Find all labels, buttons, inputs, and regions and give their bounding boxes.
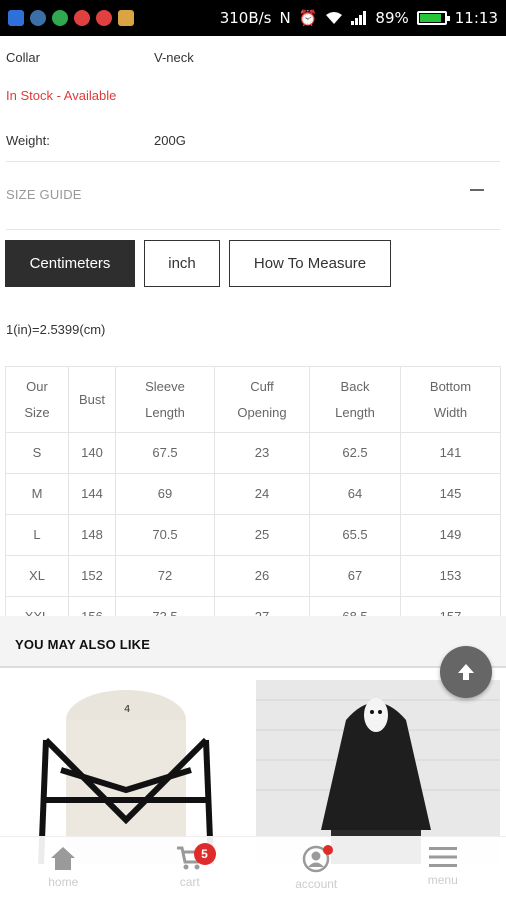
table-cell: 67 (309, 555, 401, 597)
alarm-icon: ⏰ (298, 9, 318, 27)
collar-value: V-neck (154, 50, 194, 65)
scroll-to-top-button[interactable] (440, 646, 492, 698)
tab-home-label: home (48, 875, 79, 889)
header-bust: Bust (68, 366, 116, 433)
table-cell: 141 (400, 432, 501, 474)
header-bottom-width: Bottom Width (400, 366, 501, 433)
table-row: XL 152 72 26 67 153 (5, 555, 501, 597)
table-cell: 62.5 (309, 432, 401, 474)
shield-app-icon (8, 10, 24, 26)
also-like-header: YOU MAY ALSO LIKE (0, 616, 506, 668)
table-cell: 65.5 (309, 514, 401, 556)
collar-row: Collar V-neck (6, 50, 194, 65)
weight-label: Weight: (6, 133, 50, 148)
cart-count-badge: 5 (193, 843, 216, 865)
table-cell: 149 (400, 514, 501, 556)
divider (6, 229, 500, 230)
how-to-measure-button[interactable]: How To Measure (229, 240, 391, 287)
header-cuff-opening: Cuff Opening (214, 366, 310, 433)
tab-cart-label: cart (179, 875, 200, 889)
weight-value: 200G (154, 133, 186, 148)
stock-status: In Stock - Available (6, 88, 117, 103)
arrow-up-icon (458, 664, 474, 680)
table-cell: 24 (214, 473, 310, 515)
app-icon (30, 10, 46, 26)
table-row: S 140 67.5 23 62.5 141 (5, 432, 501, 474)
header-sleeve-length: Sleeve Length (115, 366, 215, 433)
table-cell: 72 (115, 555, 215, 597)
app-icon (96, 10, 112, 26)
table-row: M 144 69 24 64 145 (5, 473, 501, 515)
clock: 11:13 (454, 9, 498, 27)
table-cell: 26 (214, 555, 310, 597)
size-table: Our Size Bust Sleeve Length Cuff Opening Ba… (5, 366, 501, 638)
collar-label: Collar (6, 50, 40, 65)
divider (6, 161, 500, 162)
nfc-icon: N (279, 9, 291, 27)
table-cell: 70.5 (115, 514, 215, 556)
table-cell: 69 (115, 473, 215, 515)
app-icon (52, 10, 68, 26)
app-icon (74, 10, 90, 26)
gallery-icon (118, 10, 134, 26)
unit-conversion: 1(in)=2.5399(cm) (6, 322, 106, 337)
also-like-title: YOU MAY ALSO LIKE (15, 637, 151, 652)
table-cell: 148 (68, 514, 116, 556)
header-our-size: Our Size (5, 366, 69, 433)
table-cell: L (5, 514, 69, 556)
table-cell: 23 (214, 432, 310, 474)
table-cell: 140 (68, 432, 116, 474)
weight-row: Weight: 200G (6, 133, 186, 148)
signal-icon (351, 11, 367, 25)
battery-percent: 89% (375, 9, 409, 27)
svg-text:4: 4 (124, 704, 130, 715)
table-cell: 145 (400, 473, 501, 515)
tab-menu[interactable]: menu (380, 837, 506, 900)
table-cell: M (5, 473, 69, 515)
battery-icon (416, 11, 450, 25)
unit-buttons: Centimeters inch How To Measure (5, 240, 391, 287)
home-icon (51, 847, 76, 870)
tab-cart[interactable]: 5 cart (127, 837, 254, 900)
tab-account[interactable]: account (253, 837, 380, 900)
tab-account-label: account (295, 877, 338, 891)
table-cell: 25 (214, 514, 310, 556)
status-bar: 310B/s N ⏰ 89% 11:13 (0, 0, 506, 36)
table-cell: 64 (309, 473, 401, 515)
centimeters-button[interactable]: Centimeters (5, 240, 135, 287)
menu-icon (428, 847, 457, 867)
header-back-length: Back Length (309, 366, 401, 433)
table-cell: S (5, 432, 69, 474)
table-cell: 144 (68, 473, 116, 515)
table-header-row: Our Size Bust Sleeve Length Cuff Opening Ba… (5, 366, 501, 433)
tab-home[interactable]: home (0, 837, 127, 900)
table-cell: 152 (68, 555, 116, 597)
notification-dot (323, 845, 333, 855)
tab-menu-label: menu (427, 873, 458, 887)
collapse-icon[interactable] (470, 189, 484, 191)
table-cell: 153 (400, 555, 501, 597)
table-row: L 148 70.5 25 65.5 149 (5, 514, 501, 556)
table-cell: XL (5, 555, 69, 597)
network-speed: 310B/s (219, 9, 272, 27)
inch-button[interactable]: inch (144, 240, 220, 287)
bottom-tab-bar: home 5 cart account menu (0, 836, 506, 900)
size-guide-title[interactable]: SIZE GUIDE (6, 187, 82, 202)
table-cell: 67.5 (115, 432, 215, 474)
wifi-icon (326, 12, 343, 24)
